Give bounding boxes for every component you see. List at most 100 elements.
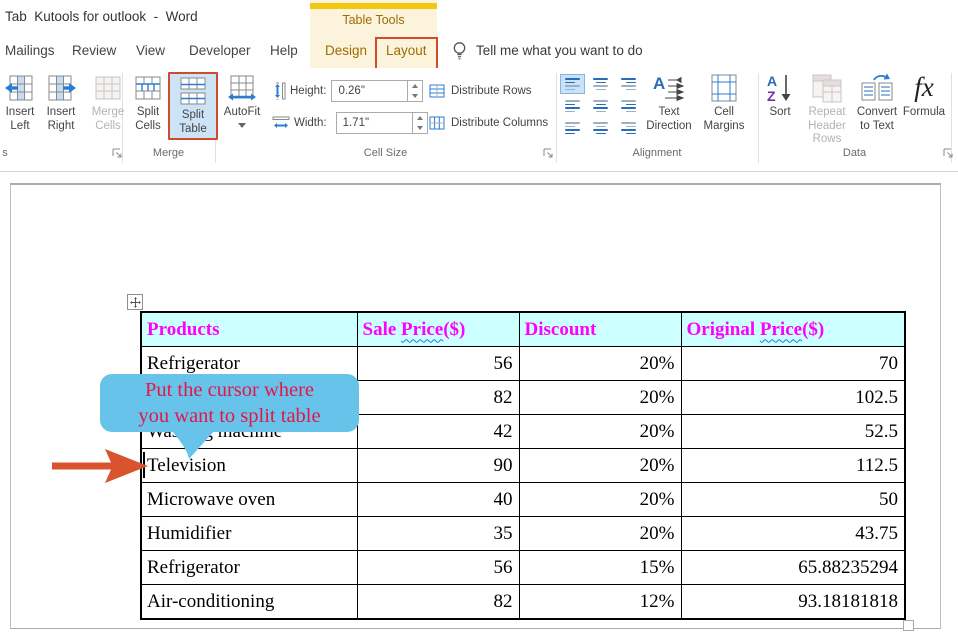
cell-margins-label: Cell bbox=[714, 106, 734, 120]
column-header-sale-price[interactable]: Sale Price($) bbox=[357, 312, 519, 347]
cell-size-dialog-launcher[interactable] bbox=[542, 147, 555, 160]
table-cell[interactable]: 56 bbox=[357, 551, 519, 585]
insert-right-label2: Right bbox=[48, 120, 75, 134]
width-input[interactable] bbox=[337, 113, 415, 133]
table-row: Microwave oven 40 20% 50 bbox=[141, 483, 905, 517]
table-cell[interactable]: 15% bbox=[519, 551, 681, 585]
text-direction-label: Text bbox=[658, 106, 679, 120]
table-cell[interactable]: 50 bbox=[681, 483, 905, 517]
column-header-discount[interactable]: Discount bbox=[519, 312, 681, 347]
width-spinner-up[interactable] bbox=[413, 113, 427, 123]
formula-button[interactable]: fx Formula bbox=[900, 72, 948, 120]
align-top-right-button[interactable] bbox=[616, 74, 641, 94]
table-cell[interactable]: 20% bbox=[519, 483, 681, 517]
autofit-button[interactable]: AutoFit bbox=[218, 72, 266, 128]
split-table-label2: Table bbox=[179, 123, 207, 137]
column-header-original-price[interactable]: Original Price($) bbox=[681, 312, 905, 347]
align-center-left-button[interactable] bbox=[560, 96, 585, 116]
table-cell[interactable]: 20% bbox=[519, 449, 681, 483]
table-cell[interactable]: 56 bbox=[357, 347, 519, 381]
width-spinner-down[interactable] bbox=[413, 123, 427, 133]
ribbon-tab-row: Mailings Review View Developer Help Desi… bbox=[0, 35, 958, 69]
height-input-box bbox=[331, 80, 423, 102]
word-window: Tab Kutools for outlook - Word Table Too… bbox=[0, 0, 958, 632]
table-cell[interactable]: Air-conditioning bbox=[141, 585, 357, 620]
split-cells-label: Split bbox=[137, 106, 159, 120]
height-spinner-up[interactable] bbox=[408, 81, 422, 91]
table-cell[interactable]: 65.88235294 bbox=[681, 551, 905, 585]
table-cell[interactable]: 112.5 bbox=[681, 449, 905, 483]
table-cell[interactable]: 82 bbox=[357, 585, 519, 620]
cell-margins-icon bbox=[708, 72, 740, 106]
insert-left-button[interactable]: Insert Left bbox=[0, 72, 40, 133]
distribute-rows-button[interactable]: Distribute Rows bbox=[429, 83, 532, 99]
convert-to-text-icon bbox=[860, 72, 894, 106]
tab-review[interactable]: Review bbox=[72, 43, 116, 58]
insert-right-button[interactable]: Insert Right bbox=[40, 72, 82, 133]
table-cell[interactable]: 70 bbox=[681, 347, 905, 381]
align-center-button[interactable] bbox=[588, 96, 613, 116]
insert-left-label2: Left bbox=[10, 120, 29, 134]
table-cell[interactable]: 20% bbox=[519, 517, 681, 551]
split-cells-label2: Cells bbox=[135, 120, 161, 134]
table-cell[interactable]: 43.75 bbox=[681, 517, 905, 551]
tab-design[interactable]: Design bbox=[325, 43, 367, 58]
tab-help[interactable]: Help bbox=[270, 43, 298, 58]
align-bottom-center-button[interactable] bbox=[588, 118, 613, 138]
repeat-header-rows-icon bbox=[810, 72, 844, 106]
sort-button[interactable]: AZ Sort bbox=[762, 72, 798, 120]
table-cell[interactable]: Refrigerator bbox=[141, 551, 357, 585]
align-top-center-button[interactable] bbox=[588, 74, 613, 94]
title-bar: Tab Kutools for outlook - Word Table Too… bbox=[0, 0, 958, 35]
height-input[interactable] bbox=[332, 81, 410, 101]
tab-developer[interactable]: Developer bbox=[189, 43, 251, 58]
table-cell[interactable]: 82 bbox=[357, 381, 519, 415]
split-table-button[interactable]: Split Table bbox=[168, 72, 218, 140]
tab-view[interactable]: View bbox=[136, 43, 165, 58]
align-top-left-button[interactable] bbox=[560, 74, 585, 94]
data-group-label: Data bbox=[758, 147, 951, 159]
table-cell[interactable]: 42 bbox=[357, 415, 519, 449]
convert-to-text-button[interactable]: Convert to Text bbox=[852, 72, 902, 133]
distribute-columns-button[interactable]: Distribute Columns bbox=[429, 115, 548, 131]
split-cells-button[interactable]: Split Cells bbox=[128, 72, 168, 133]
width-spinner bbox=[412, 113, 427, 133]
table-cell[interactable]: 40 bbox=[357, 483, 519, 517]
align-bottom-right-button[interactable] bbox=[616, 118, 641, 138]
table-cell[interactable]: 12% bbox=[519, 585, 681, 620]
column-header-products[interactable]: Products bbox=[141, 312, 357, 347]
height-spinner bbox=[407, 81, 422, 101]
merge-cells-button: Merge Cells bbox=[86, 72, 130, 133]
height-spinner-down[interactable] bbox=[408, 91, 422, 101]
autofit-label: AutoFit bbox=[224, 106, 260, 120]
table-cell[interactable]: 102.5 bbox=[681, 381, 905, 415]
table-cell[interactable]: 20% bbox=[519, 347, 681, 381]
table-cell[interactable]: 20% bbox=[519, 415, 681, 449]
callout-text-line2: you want to split table bbox=[138, 403, 320, 429]
text-direction-button[interactable]: A Text Direction bbox=[642, 72, 696, 133]
table-resize-handle[interactable] bbox=[903, 620, 914, 631]
table-cell[interactable]: Microwave oven bbox=[141, 483, 357, 517]
ribbon: Insert Left Insert Right s Merge Cells bbox=[0, 68, 958, 172]
insert-right-label: Insert bbox=[47, 106, 76, 120]
height-label: Height: bbox=[290, 85, 326, 97]
cell-margins-button[interactable]: Cell Margins bbox=[698, 72, 750, 133]
table-cell[interactable]: Humidifier bbox=[141, 517, 357, 551]
table-move-handle[interactable] bbox=[127, 294, 143, 310]
tell-me-box[interactable]: Tell me what you want to do bbox=[476, 43, 643, 58]
data-dialog-launcher[interactable] bbox=[942, 147, 955, 160]
svg-text:A: A bbox=[653, 74, 665, 93]
width-icon bbox=[272, 116, 290, 130]
table-row: Air-conditioning 82 12% 93.18181818 bbox=[141, 585, 905, 620]
align-bottom-left-button[interactable] bbox=[560, 118, 585, 138]
table-row: Television 90 20% 112.5 bbox=[141, 449, 905, 483]
table-cell[interactable]: 35 bbox=[357, 517, 519, 551]
alignment-group-label: Alignment bbox=[556, 147, 758, 159]
table-cell[interactable]: 52.5 bbox=[681, 415, 905, 449]
table-cell[interactable]: 20% bbox=[519, 381, 681, 415]
cell-margins-label2: Margins bbox=[704, 120, 745, 134]
tab-mailings[interactable]: Mailings bbox=[5, 43, 55, 58]
table-cell[interactable]: 93.18181818 bbox=[681, 585, 905, 620]
align-center-right-button[interactable] bbox=[616, 96, 641, 116]
table-cell[interactable]: 90 bbox=[357, 449, 519, 483]
